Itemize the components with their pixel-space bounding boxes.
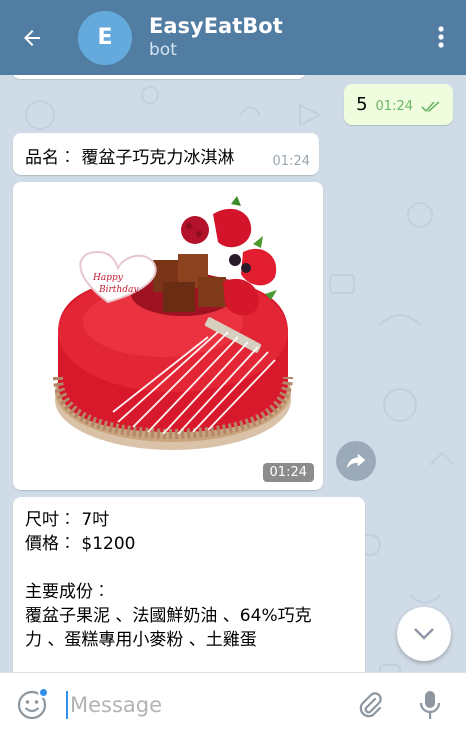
previous-message-edge	[12, 75, 306, 79]
chat-header: E EasyEatBot bot	[0, 0, 466, 75]
svg-text:Birthday: Birthday	[98, 285, 139, 295]
cake-photo[interactable]: Happy Birthday	[13, 182, 323, 490]
svg-text:Happy: Happy	[92, 273, 124, 283]
share-icon	[346, 453, 366, 469]
message-time: 01:24	[375, 99, 413, 114]
message-text: 5	[356, 94, 368, 115]
outgoing-message[interactable]: 5 01:24	[344, 84, 453, 125]
chevron-down-icon	[414, 628, 434, 640]
message-time: 01:24	[272, 154, 310, 169]
more-menu-button[interactable]	[434, 22, 448, 52]
attach-icon	[359, 692, 382, 718]
detail-ingredients-heading: 主要成份︰	[25, 582, 110, 602]
back-button[interactable]	[0, 0, 64, 75]
message-text: 品名︰ 覆盆子巧克力冰淇淋	[25, 148, 235, 168]
avatar[interactable]: E	[78, 10, 132, 65]
scroll-down-button[interactable]	[397, 607, 451, 661]
chat-subtitle: bot	[149, 39, 177, 60]
message-input[interactable]	[70, 684, 350, 725]
product-details-message[interactable]: 尺吋︰ 7吋 價格︰ $1200 主要成份︰ 覆盆子果泥 、法國鮮奶油 、64%…	[13, 497, 365, 672]
share-button[interactable]	[336, 441, 376, 481]
chat-title: EasyEatBot	[149, 13, 283, 38]
emoji-button[interactable]	[0, 673, 64, 736]
detail-size: 尺吋︰ 7吋	[25, 510, 110, 530]
detail-ingredients-line: 力 、蛋糕專用小麥粉 、土雞蛋	[25, 630, 257, 650]
photo-time: 01:24	[262, 463, 314, 482]
message-list[interactable]: 5 01:24 品名︰ 覆盆子巧克力冰淇淋 01:24 Happy Birthd…	[0, 75, 466, 672]
detail-price: 價格︰ $1200	[25, 534, 136, 554]
voice-button[interactable]	[410, 685, 450, 725]
chat-title-block[interactable]: EasyEatBot bot	[149, 14, 283, 62]
detail-gap	[25, 556, 353, 580]
double-check-icon	[421, 100, 440, 112]
attach-button[interactable]	[350, 685, 390, 725]
mic-icon	[419, 691, 441, 719]
back-arrow-icon	[24, 29, 40, 46]
cake-photo-message[interactable]: Happy Birthday 01:24	[13, 182, 323, 490]
detail-ingredients-line: 覆盆子果泥 、法國鮮奶油 、64%巧克	[25, 606, 312, 626]
notification-dot	[38, 686, 49, 698]
more-vert-icon	[438, 26, 444, 48]
message-composer	[0, 672, 466, 736]
product-name-message[interactable]: 品名︰ 覆盆子巧克力冰淇淋 01:24	[13, 133, 319, 175]
text-caret	[66, 690, 68, 719]
